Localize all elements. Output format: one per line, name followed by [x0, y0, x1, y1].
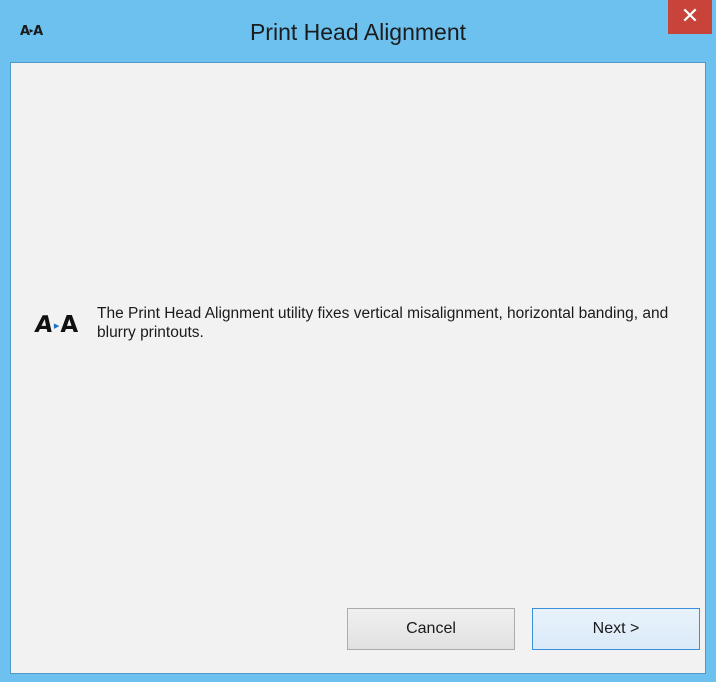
- close-button[interactable]: ✕: [668, 0, 712, 34]
- cancel-button[interactable]: Cancel: [347, 608, 515, 650]
- alignment-icon-letter-right: A: [60, 312, 79, 338]
- close-icon: ✕: [680, 4, 700, 29]
- alignment-icon-arrow: ▸: [53, 319, 60, 332]
- dialog-content: A▸A The Print Head Alignment utility fix…: [10, 62, 706, 674]
- title-bar[interactable]: A▸A Print Head Alignment ✕: [0, 0, 716, 62]
- window-title: Print Head Alignment: [249, 19, 467, 45]
- print-head-alignment-window: A▸A Print Head Alignment ✕ A▸A The Print…: [0, 0, 716, 682]
- next-button[interactable]: Next >: [532, 608, 700, 650]
- description-text: The Print Head Alignment utility fixes v…: [97, 305, 669, 341]
- alignment-icon: A▸A: [33, 309, 95, 341]
- alignment-icon-letter-left: A: [33, 312, 55, 338]
